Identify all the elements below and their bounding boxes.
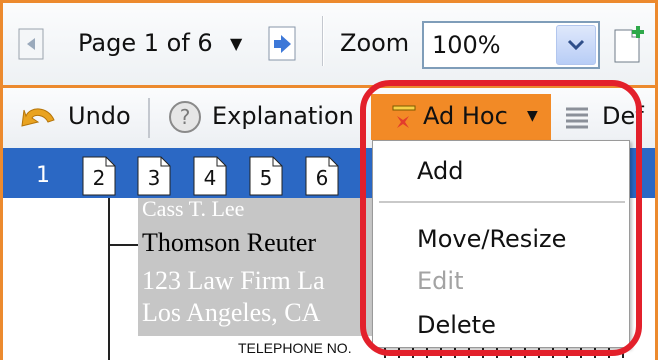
page-tab[interactable]: 5 bbox=[249, 156, 283, 196]
zoom-select[interactable]: 100% bbox=[422, 21, 600, 69]
previous-page-icon bbox=[18, 28, 44, 60]
new-document-icon bbox=[614, 26, 644, 63]
form-border-line bbox=[108, 244, 142, 246]
attorney-name: Cass T. Lee bbox=[142, 196, 245, 221]
question-icon: ? bbox=[169, 101, 201, 133]
page-dropdown-caret-icon[interactable]: ▼ bbox=[230, 34, 242, 53]
street-address: 123 Law Firm La bbox=[142, 266, 325, 295]
new-document-button[interactable] bbox=[612, 24, 646, 64]
page-tab[interactable]: 6 bbox=[305, 156, 339, 196]
help-icon[interactable]: ? bbox=[168, 100, 202, 134]
firm-name: Thomson Reuter bbox=[142, 228, 317, 257]
zoom-dropdown-button[interactable] bbox=[556, 25, 596, 65]
toolbar-separator bbox=[322, 16, 324, 66]
svg-text:?: ? bbox=[180, 105, 191, 129]
page-tab[interactable]: 3 bbox=[137, 156, 171, 196]
toolbar-separator bbox=[148, 98, 150, 138]
explanation-button[interactable]: Explanation bbox=[212, 102, 354, 130]
previous-page-button[interactable] bbox=[18, 28, 44, 60]
chevron-down-icon bbox=[567, 39, 585, 51]
highlight-outline bbox=[360, 80, 642, 356]
next-page-icon bbox=[268, 26, 296, 61]
current-page-tab[interactable]: 1 bbox=[36, 163, 50, 188]
page-tab[interactable]: 2 bbox=[82, 156, 116, 196]
city-state: Los Angeles, CA bbox=[142, 298, 321, 327]
undo-icon bbox=[21, 108, 55, 127]
form-border-line bbox=[108, 198, 110, 360]
next-page-button[interactable] bbox=[268, 26, 298, 62]
zoom-value: 100% bbox=[432, 31, 501, 59]
zoom-label: Zoom bbox=[340, 29, 410, 57]
page-indicator: Page 1 of 6 bbox=[78, 29, 213, 57]
telephone-label: TELEPHONE NO. bbox=[238, 340, 352, 356]
page-tab[interactable]: 4 bbox=[193, 156, 227, 196]
undo-label: Undo bbox=[68, 102, 131, 130]
